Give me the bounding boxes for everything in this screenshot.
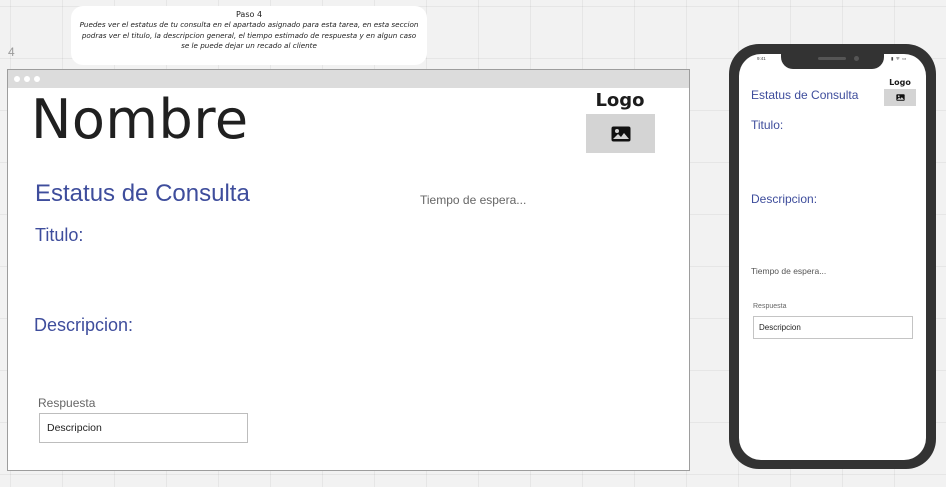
phone-screen [739, 54, 926, 460]
image-icon [895, 94, 905, 101]
wait-time-text: Tiempo de espera... [420, 193, 527, 207]
window-dot-icon [24, 76, 30, 82]
signal-battery-icon: ▮ ᯤ ▭ [891, 56, 907, 61]
response-input[interactable]: Descripcion [39, 413, 248, 443]
response-label: Respuesta [38, 396, 96, 410]
phone-notch [781, 52, 884, 69]
logo-placeholder [586, 114, 655, 153]
window-dot-icon [14, 76, 20, 82]
page-title: Nombre [31, 88, 249, 151]
mobile-title-label: Titulo: [751, 118, 784, 132]
mobile-description-label: Descripcion: [751, 192, 818, 206]
logo-label: Logo [595, 90, 645, 111]
mobile-response-input[interactable]: Descripcion [753, 316, 913, 339]
mobile-status-heading: Estatus de Consulta [751, 88, 859, 102]
title-label: Titulo: [35, 225, 84, 245]
image-icon [611, 126, 630, 141]
mobile-wait-time-text: Tiempo de espera... [751, 266, 827, 276]
note-description: Puedes ver el estatus de tu consulta en … [79, 20, 419, 50]
status-heading: Estatus de Consulta [35, 180, 250, 207]
frame-number: 4 [8, 45, 15, 59]
note-step: Paso 4 [235, 10, 263, 19]
description-label: Descripcion: [34, 315, 134, 335]
mobile-logo-placeholder [884, 89, 916, 106]
instruction-note: Paso 4 Puedes ver el estatus de tu consu… [71, 6, 427, 65]
phone-clock: 9:41 [757, 56, 766, 61]
window-dot-icon [34, 76, 40, 82]
camera-icon [854, 56, 859, 61]
mobile-logo-label: Logo [889, 78, 911, 87]
speaker-icon [818, 57, 846, 60]
mobile-response-label: Respuesta [753, 303, 787, 310]
browser-title-bar [8, 70, 689, 88]
